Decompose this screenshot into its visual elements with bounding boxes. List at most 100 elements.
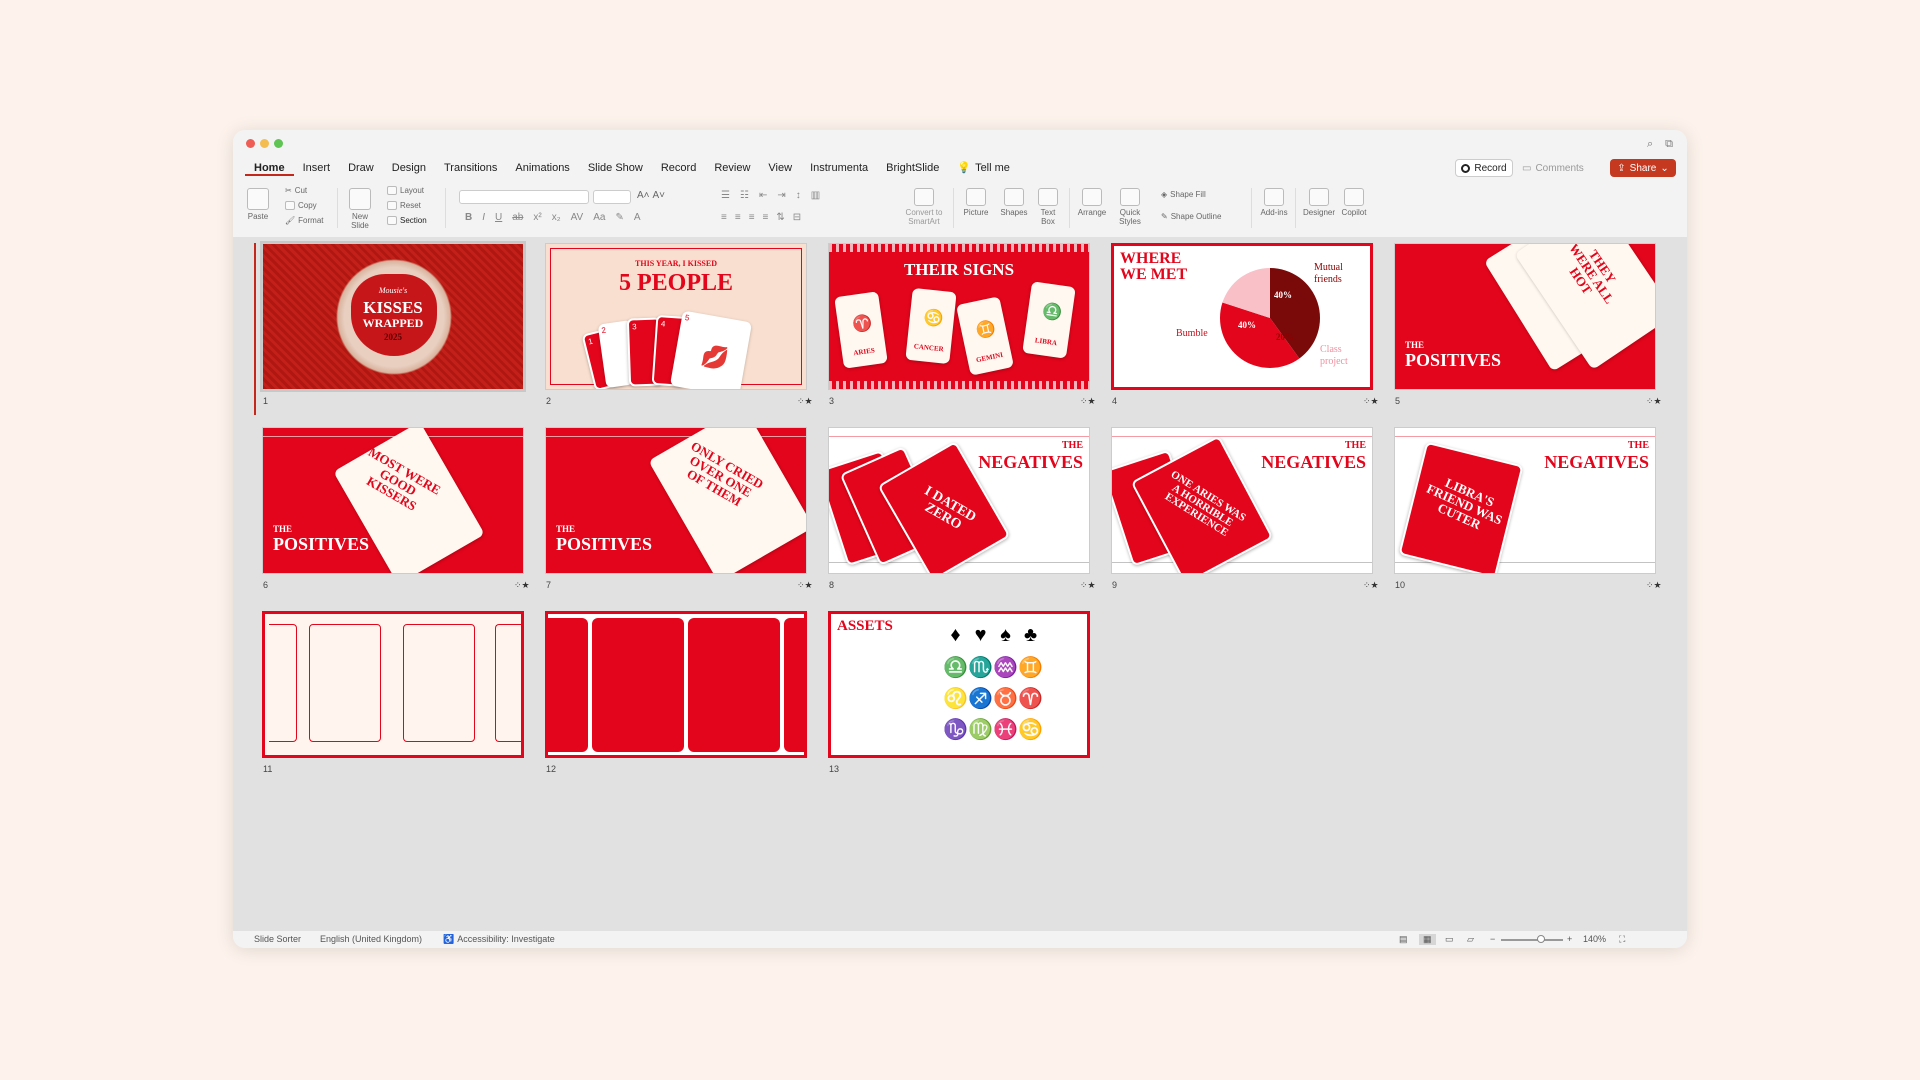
slide-thumbnail-2[interactable]: THIS YEAR, I KISSED 5 PEOPLE 1 2 3 4 5 💋 — [545, 243, 807, 390]
tab-design[interactable]: Design — [383, 160, 435, 176]
cut-button[interactable]: ✂ Cut — [285, 186, 307, 195]
slide-thumbnail-3[interactable]: THEIR SIGNS ♈ ARIES ♋ CANCER ♊ GEMINI ♎ LIBR… — [828, 243, 1090, 390]
reset-button[interactable]: Reset — [387, 201, 421, 210]
designer-button[interactable]: Designer — [1303, 188, 1335, 217]
shape-fill-button[interactable]: ◈ Shape Fill — [1161, 190, 1206, 199]
accessibility-button[interactable]: ♿ Accessibility: Investigate — [443, 934, 555, 945]
add-ins-button[interactable]: Add-ins — [1259, 188, 1289, 217]
slide-thumbnail-10[interactable]: LIBRA'S FRIEND WAS CUTER THE NEGATIVES — [1394, 427, 1656, 574]
zoom-window-button[interactable] — [274, 139, 283, 148]
tab-brightslide[interactable]: BrightSlide — [877, 160, 948, 176]
transition-star-icon[interactable]: ⁘★ — [797, 396, 813, 407]
slide-thumbnail-13[interactable]: ASSETS ♦ ♥ ♠ ♣ ♎ ♏ ♒ ♊ ♌ ♐ ♉ ♈ ♑ ♍ ♓ ♋ — [828, 611, 1090, 758]
align-text-icon[interactable]: ⊟ — [793, 212, 801, 223]
comments-button[interactable]: ▭ Comments — [1522, 159, 1598, 177]
transition-star-icon[interactable]: ⁘★ — [1646, 580, 1662, 591]
underline-icon[interactable]: U — [495, 212, 502, 223]
font-color-icon[interactable]: A — [634, 212, 641, 223]
arrange-button[interactable]: Arrange — [1077, 188, 1107, 217]
shape-outline-button[interactable]: ✎ Shape Outline — [1161, 212, 1221, 221]
language-label[interactable]: English (United Kingdom) — [320, 934, 422, 944]
columns-icon[interactable]: ▥ — [811, 190, 820, 201]
slide-thumbnail-9[interactable]: ONE ARIES WAS A HORRIBLE EXPERIENCE THE … — [1111, 427, 1373, 574]
slide-thumbnail-6[interactable]: MOST WERE GOOD KISSERS THE POSITIVES — [262, 427, 524, 574]
change-case-icon[interactable]: Aa — [593, 212, 605, 223]
slide-thumbnail-8[interactable]: I DATED ZERO THE NEGATIVES — [828, 427, 1090, 574]
slide-thumbnail-5[interactable]: THEY WERE ALL HOT THE POSITIVES — [1394, 243, 1656, 390]
bold-icon[interactable]: B — [465, 212, 472, 223]
convert-smartart-button[interactable]: Convert to SmartArt — [901, 188, 947, 226]
tab-home[interactable]: Home — [245, 160, 294, 176]
zoom-slider[interactable] — [1501, 939, 1563, 941]
tab-draw[interactable]: Draw — [339, 160, 383, 176]
tab-record[interactable]: Record — [652, 160, 705, 176]
character-spacing-icon[interactable]: AV — [571, 212, 584, 223]
zoom-in-icon[interactable]: + — [1567, 934, 1572, 944]
section-button[interactable]: Section — [387, 216, 427, 225]
copilot-button[interactable]: Copilot — [1339, 188, 1369, 217]
minimize-window-button[interactable] — [260, 139, 269, 148]
slide-thumbnail-11[interactable] — [262, 611, 524, 758]
tell-me-search[interactable]: 💡 Tell me — [948, 160, 1019, 176]
picture-button[interactable]: Picture — [961, 188, 991, 217]
search-icon[interactable]: ⌕ — [1647, 138, 1653, 151]
text-box-button[interactable]: Text Box — [1035, 188, 1061, 226]
tab-slide-show[interactable]: Slide Show — [579, 160, 652, 176]
tab-view[interactable]: View — [759, 160, 801, 176]
slide-thumbnail-4[interactable]: WHERE WE MET Mutual friends Bumble Class… — [1111, 243, 1373, 390]
increase-indent-icon[interactable]: ⇥ — [777, 190, 785, 201]
transition-star-icon[interactable]: ⁘★ — [1080, 580, 1096, 591]
decrease-indent-icon[interactable]: ⇤ — [759, 190, 767, 201]
transition-star-icon[interactable]: ⁘★ — [514, 580, 530, 591]
justify-icon[interactable]: ≡ — [763, 212, 769, 223]
zoom-slider-thumb[interactable] — [1537, 935, 1545, 943]
tab-transitions[interactable]: Transitions — [435, 160, 506, 176]
line-spacing-icon[interactable]: ↕ — [796, 190, 801, 201]
font-style-buttons[interactable]: B I Uab x² x₂ AV Aa ✎ A — [465, 212, 641, 223]
transition-star-icon[interactable]: ⁘★ — [1363, 580, 1379, 591]
transition-star-icon[interactable]: ⁘★ — [1646, 396, 1662, 407]
zoom-level[interactable]: 140% — [1583, 934, 1606, 944]
font-name-field[interactable] — [459, 190, 589, 204]
layout-button[interactable]: Layout — [387, 186, 424, 195]
align-center-icon[interactable]: ≡ — [735, 212, 741, 223]
alignment-buttons[interactable]: ≡ ≡ ≡ ≡ ⇅ ⊟ — [721, 212, 801, 223]
text-direction-icon[interactable]: ⇅ — [776, 212, 784, 223]
superscript-icon[interactable]: x² — [533, 212, 541, 223]
shapes-button[interactable]: Shapes — [999, 188, 1029, 217]
normal-view-icon[interactable]: ▤ — [1399, 934, 1408, 945]
share-link-icon[interactable]: ⧉ — [1665, 138, 1673, 151]
format-painter-button[interactable]: 🖌 Format — [285, 216, 324, 225]
bullets-icon[interactable]: ☰ — [721, 190, 730, 201]
copy-button[interactable]: Copy — [285, 201, 317, 210]
italic-icon[interactable]: I — [482, 212, 485, 223]
align-left-icon[interactable]: ≡ — [721, 212, 727, 223]
tab-insert[interactable]: Insert — [294, 160, 340, 176]
slideshow-view-icon[interactable]: ▱ — [1467, 934, 1474, 945]
tab-instrumenta[interactable]: Instrumenta — [801, 160, 877, 176]
paste-button[interactable]: Paste — [245, 188, 271, 221]
font-size-buttons[interactable]: A˄ A˅ — [637, 190, 665, 201]
font-size-field[interactable] — [593, 190, 631, 204]
subscript-icon[interactable]: x₂ — [552, 212, 561, 223]
strikethrough-icon[interactable]: ab — [512, 212, 523, 223]
paragraph-buttons[interactable]: ☰ ☷ ⇤ ⇥ ↕ ▥ — [721, 190, 820, 201]
reading-view-icon[interactable]: ▭ — [1445, 934, 1454, 945]
transition-star-icon[interactable]: ⁘★ — [1363, 396, 1379, 407]
share-button[interactable]: ⇪ Share ⌄ — [1610, 159, 1676, 177]
numbering-icon[interactable]: ☷ — [740, 190, 749, 201]
tab-review[interactable]: Review — [705, 160, 759, 176]
tab-animations[interactable]: Animations — [506, 160, 578, 176]
align-right-icon[interactable]: ≡ — [749, 212, 755, 223]
zoom-out-icon[interactable]: − — [1490, 934, 1495, 944]
slide-sorter-view-icon[interactable]: ▦ — [1419, 934, 1436, 945]
fit-to-window-icon[interactable]: ⛶ — [1619, 934, 1625, 945]
transition-star-icon[interactable]: ⁘★ — [797, 580, 813, 591]
quick-styles-button[interactable]: Quick Styles — [1115, 188, 1145, 226]
slide-thumbnail-1[interactable]: Mousie's KISSES WRAPPED 2025 — [260, 241, 526, 392]
new-slide-button[interactable]: New Slide — [345, 188, 375, 230]
close-window-button[interactable] — [246, 139, 255, 148]
highlight-icon[interactable]: ✎ — [615, 212, 623, 223]
record-button[interactable]: Record — [1455, 159, 1513, 177]
slide-thumbnail-12[interactable] — [545, 611, 807, 758]
